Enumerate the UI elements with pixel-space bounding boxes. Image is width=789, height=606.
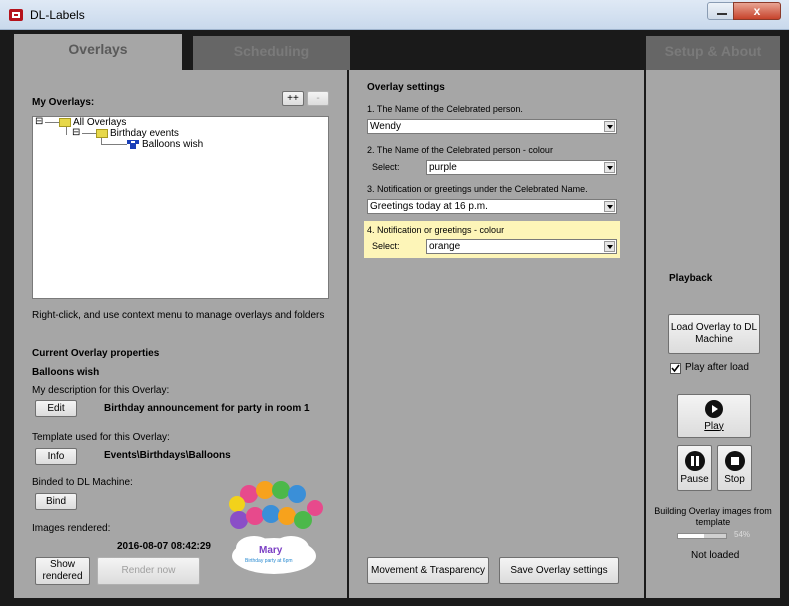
progress-fill [678, 534, 704, 538]
images-rendered-label: Images rendered: [32, 523, 111, 534]
playback-panel: Playback Load Overlay to DL Machine Play… [646, 70, 780, 598]
setting-2-select-label: Select: [372, 162, 400, 172]
close-button[interactable]: x [733, 2, 781, 20]
my-overlays-heading: My Overlays: [32, 97, 95, 108]
setting-4-select-label: Select: [372, 241, 400, 251]
overlay-description: Birthday announcement for party in room … [104, 403, 310, 414]
template-label: Template used for this Overlay: [32, 432, 170, 443]
rendered-timestamp: 2016-08-07 08:42:29 [117, 541, 211, 552]
minimize-icon [717, 13, 727, 15]
settings-heading: Overlay settings [367, 82, 445, 93]
play-after-load-checkbox[interactable] [670, 363, 681, 374]
edit-button[interactable]: Edit [35, 400, 77, 417]
tab-scheduling[interactable]: Scheduling [193, 36, 350, 70]
render-now-button[interactable]: Render now [97, 557, 200, 585]
movement-transparency-button[interactable]: Movement & Trasparency [367, 557, 489, 584]
name-colour-select[interactable]: purple [426, 160, 617, 175]
load-status: Not loaded [691, 550, 740, 561]
overlays-panel: My Overlays: ++ - ⊟ All Overlays ⊟ Birth… [14, 70, 347, 598]
overlays-tree[interactable]: ⊟ All Overlays ⊟ Birthday events Balloon… [32, 116, 329, 299]
description-label: My description for this Overlay: [32, 385, 170, 396]
expand-all-button[interactable]: ++ [282, 91, 304, 106]
template-path: Events\Birthdays\Balloons [104, 450, 231, 461]
pause-button[interactable]: Pause [677, 445, 712, 491]
pause-label: Pause [680, 473, 709, 485]
playback-heading: Playback [669, 273, 713, 284]
bind-button[interactable]: Bind [35, 493, 77, 510]
celebrated-name-select[interactable]: Wendy [367, 119, 617, 134]
greeting-text-select[interactable]: Greetings today at 16 p.m. [367, 199, 617, 214]
pause-icon [684, 450, 705, 471]
binded-label: Binded to DL Machine: [32, 477, 133, 488]
overlay-name: Balloons wish [32, 367, 100, 378]
play-after-load-label: Play after load [685, 362, 749, 373]
preview-name: Mary [259, 545, 283, 556]
tree-toggle-folder[interactable]: ⊟ [72, 127, 80, 138]
show-rendered-button[interactable]: Show rendered [35, 557, 90, 585]
tab-setup-about[interactable]: Setup & About [646, 36, 780, 70]
dropdown-arrow-icon [604, 241, 615, 252]
overlay-settings-panel: Overlay settings 1. The Name of the Cele… [349, 70, 644, 598]
tree-hint-text: Right-click, and use context menu to man… [32, 310, 325, 321]
load-overlay-button[interactable]: Load Overlay to DL Machine [668, 314, 760, 354]
minimize-button[interactable] [707, 2, 735, 20]
tree-item-all-overlays[interactable]: All Overlays [73, 117, 126, 128]
setting-1-label: 1. The Name of the Celebrated person. [367, 104, 523, 114]
play-icon [705, 399, 723, 418]
close-icon: x [753, 4, 761, 18]
select-value: Wendy [370, 121, 401, 132]
dropdown-arrow-icon [604, 162, 615, 173]
setting-3-label: 3. Notification or greetings under the C… [367, 184, 588, 194]
overlay-item-icon [127, 140, 139, 149]
checkmark-icon [671, 364, 680, 373]
building-progress-bar [677, 533, 727, 539]
overlay-preview-image: Mary Birthday party at 6pm [219, 478, 329, 578]
folder-icon [96, 129, 108, 138]
progress-percent: 54% [734, 530, 751, 539]
play-button[interactable]: Play [677, 394, 751, 438]
building-images-label: Building Overlay images from template [654, 506, 772, 527]
greeting-colour-select[interactable]: orange [426, 239, 617, 254]
dropdown-arrow-icon [604, 121, 615, 132]
select-value: Greetings today at 16 p.m. [370, 201, 488, 212]
collapse-all-button[interactable]: - [307, 91, 329, 106]
window-title: DL-Labels [30, 8, 85, 22]
setting-4-label: 4. Notification or greetings - colour [367, 225, 505, 235]
info-button[interactable]: Info [35, 448, 77, 465]
app-icon [8, 7, 24, 23]
select-value: orange [429, 241, 461, 252]
preview-subtext: Birthday party at 6pm [245, 558, 293, 564]
save-overlay-settings-button[interactable]: Save Overlay settings [499, 557, 619, 584]
tree-toggle-root[interactable]: ⊟ [35, 116, 43, 127]
tab-overlays[interactable]: Overlays [14, 34, 182, 70]
tree-item-balloons-wish[interactable]: Balloons wish [142, 139, 203, 150]
title-bar [0, 0, 789, 30]
folder-icon [59, 118, 71, 127]
stop-icon [724, 450, 745, 471]
dropdown-arrow-icon [604, 201, 615, 212]
play-label: Play [704, 420, 724, 432]
setting-2-label: 2. The Name of the Celebrated person - c… [367, 145, 553, 155]
tree-item-birthday-events[interactable]: Birthday events [110, 128, 179, 139]
select-value: purple [429, 162, 457, 173]
properties-heading: Current Overlay properties [32, 348, 160, 359]
stop-label: Stop [724, 473, 745, 485]
stop-button[interactable]: Stop [717, 445, 752, 491]
